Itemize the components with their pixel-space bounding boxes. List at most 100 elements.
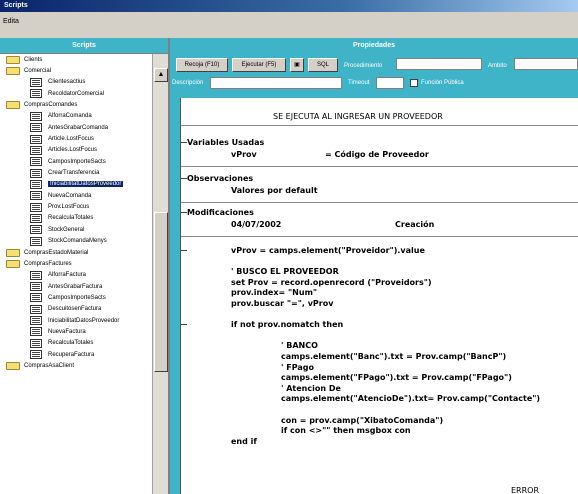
separator [181,236,578,237]
script-icon [30,225,42,235]
code-line: con = prov.camp("XibatoComanda") [281,415,444,425]
tree-item-label: CamposImporteSacts [48,158,106,165]
tree-item[interactable]: NuevaComanda [0,190,152,201]
scripts-tree: Clients Comercial Clientesactius Recoldator… [0,54,152,494]
save-button[interactable]: ▣ [290,58,304,72]
tree-item[interactable]: AlforraComanda [0,111,152,122]
tree-item-label: AlforraFactura [48,272,87,279]
tree-folder[interactable]: ComprasEstadoMaterial [0,247,152,258]
script-icon [30,77,42,87]
procedimiento-field[interactable] [396,58,482,70]
script-icon [30,350,42,360]
tree-folder[interactable]: ComprasAsaClient [0,360,152,371]
tree-item[interactable]: StockComandaMenys [0,236,152,247]
code-line: if con <>"" then msgbox con [281,426,411,436]
code-line: ' FPago [281,362,314,372]
tree-item[interactable]: RecoldatorComercial [0,88,152,99]
funcion-publica-label: Función Pública [421,80,464,86]
section-line-col1: 04/07/2002 [231,220,282,229]
tree-item-label: AntesGrabarComanda [48,124,109,131]
procedimiento-label: Procedimiento [344,63,383,69]
section-line-col1: Valores por default [231,186,318,195]
tree-item[interactable]: RecalculaTotales [0,338,152,349]
tree-item[interactable]: Clientesactius [0,77,152,88]
tree-folder[interactable]: Comercial [0,65,152,76]
ambito-label: Ambito [488,63,507,69]
separator [181,166,578,167]
tree-item[interactable]: Prov.LostFocus [0,201,152,212]
tree-item-label: RecuperaFactura [48,351,95,358]
folder-icon [6,248,20,257]
tree-item-label: Prov.LostFocus [48,204,90,211]
margin-marker [181,324,187,326]
tree-item-label: StockComandaMenys [48,238,107,245]
code-line: camps.element("Banc").txt = Prov.camp("B… [281,352,507,361]
scroll-up-button[interactable]: ▲ [154,68,168,82]
tree-item-label: RecalculaTotales [48,215,94,222]
folder-icon [6,55,20,64]
tree-item[interactable]: NuevaFactura [0,326,152,337]
script-icon [30,168,42,178]
menu-bar: Edita [0,12,578,32]
tree-item[interactable]: AntesGrabarFactura [0,281,152,292]
tree-item-label: IniciabilitatDatosProveedor [48,317,120,324]
tree-folder[interactable]: ComprasFactures [0,258,152,269]
script-icon [30,89,42,99]
tree-item[interactable]: CrearTransferencia [0,167,152,178]
descripcion-label: Descripción [172,80,204,86]
section-line-col2: = Código de Proveedor [325,150,429,159]
ejecutar-button[interactable]: Ejecutar (F5) [232,58,286,72]
tree-item-label: Article.LostFocus [48,136,95,143]
tree-item-label: Clients [24,56,43,63]
script-icon [30,202,42,212]
tree-item[interactable]: Articles.LostFocus [0,145,152,156]
window-title: Scripts [4,2,28,9]
tree-item-label: DescuitosenFactura [48,306,102,313]
scroll-thumb[interactable] [154,212,168,372]
script-icon [30,282,42,292]
tree-folder[interactable]: ComprasComandes [0,99,152,110]
scripts-panel: Scripts Clients Comercial Clientesactius Re… [0,38,170,494]
section-heading: Modificaciones [187,208,254,217]
tree-item[interactable]: RecalculaTotales [0,213,152,224]
tree-scrollbar[interactable]: ▲ [152,54,168,494]
timeout-field[interactable] [376,77,404,89]
tree-item-label: RecalculaTotales [48,340,94,347]
tree-item[interactable]: Article.LostFocus [0,133,152,144]
script-icon [30,338,42,348]
folder-icon [6,67,20,76]
section-heading: Observaciones [187,174,254,183]
sql-button[interactable]: SQL [308,58,338,72]
recoja-button[interactable]: Recoja (F10) [176,58,228,72]
scripts-panel-header: Scripts [0,38,168,54]
script-icon [30,111,42,121]
tree-item[interactable]: StockGeneral [0,224,152,235]
ambito-field[interactable] [514,58,578,70]
tree-folder[interactable]: Clients [0,54,152,65]
timeout-label: Timeout [348,80,370,86]
code-line: camps.element("AtencioDe").txt= Prov.cam… [281,394,541,404]
tree-item[interactable]: AntesGrabarComanda [0,122,152,133]
menu-item-edita[interactable]: Edita [3,18,19,25]
properties-panel: Propiedades Recoja (F10) Ejecutar (F5) ▣… [170,38,578,494]
descripcion-field[interactable] [210,77,342,89]
tree-item[interactable]: IniciabilitatDatosProveedor [0,179,152,190]
script-icon [30,134,42,144]
separator [181,202,578,203]
script-icon [30,123,42,133]
code-line: ' BANCO [281,341,318,351]
tree-item-label: CamposImporteSacts [48,294,106,301]
tree-item-label: NuevaFactura [48,328,86,335]
section-heading: Variables Usadas [187,138,265,147]
tree-item-label: IniciabilitatDatosProveedor [48,181,124,188]
tree-item[interactable]: DescuitosenFactura [0,304,152,315]
arrow-up-icon: ▲ [157,71,165,78]
tree-item[interactable]: CamposImporteSacts [0,292,152,303]
tree-item[interactable]: IniciabilitatDatosProveedor [0,315,152,326]
tree-item[interactable]: CamposImporteSacts [0,156,152,167]
funcion-publica-checkbox[interactable] [410,79,418,87]
script-editor[interactable]: SE EJECUTA AL INGRESAR UN PROVEEDOR Vari… [180,98,578,494]
tree-item[interactable]: AlforraFactura [0,270,152,281]
script-icon [30,145,42,155]
tree-item[interactable]: RecuperaFactura [0,349,152,360]
